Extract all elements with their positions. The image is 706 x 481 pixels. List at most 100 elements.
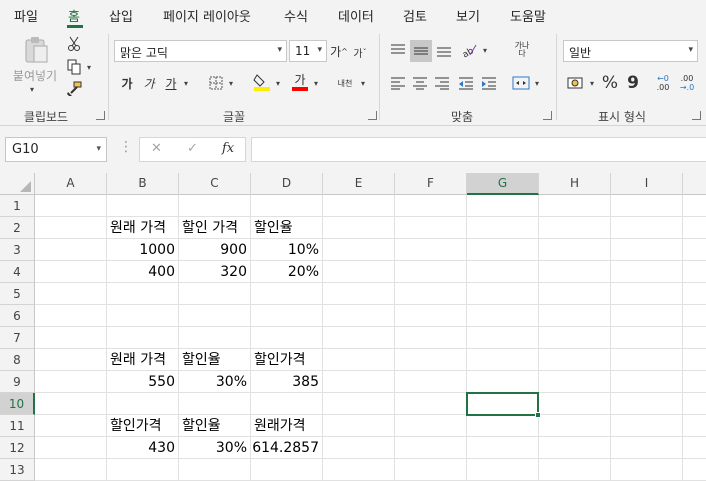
orientation-icon[interactable]: ab	[458, 40, 480, 60]
font-color-icon[interactable]: 가	[290, 72, 310, 92]
insert-function-button[interactable]: fx	[222, 141, 234, 156]
column-header-g[interactable]: G	[467, 173, 539, 195]
merge-dropdown-icon[interactable]: ▾	[532, 76, 542, 90]
decrease-indent-icon[interactable]	[456, 73, 476, 93]
row-header-5[interactable]: 5	[0, 283, 35, 305]
cell-b11[interactable]: 할인가격	[107, 415, 178, 437]
clipboard-launcher-icon[interactable]	[96, 111, 105, 120]
tab-data[interactable]: 데이터	[338, 6, 374, 25]
row-header-10[interactable]: 10	[0, 393, 35, 415]
paste-icon[interactable]	[22, 36, 50, 64]
merge-center-icon[interactable]	[510, 73, 532, 93]
italic-button[interactable]: 가	[140, 74, 158, 92]
column-header-d[interactable]: D	[251, 173, 323, 195]
cell-c4[interactable]: 320	[179, 261, 250, 283]
row-header-6[interactable]: 6	[0, 305, 35, 327]
cut-icon[interactable]	[64, 35, 84, 53]
phonetic-guide-button[interactable]: 내천	[333, 73, 357, 93]
column-header-c[interactable]: C	[179, 173, 251, 195]
cell-b2[interactable]: 원래 가격	[107, 217, 178, 239]
row-header-7[interactable]: 7	[0, 327, 35, 349]
cell-b9[interactable]: 550	[107, 371, 178, 393]
fill-color-dropdown-icon[interactable]: ▾	[273, 76, 283, 90]
row-header-4[interactable]: 4	[0, 261, 35, 283]
cell-d2[interactable]: 할인율	[251, 217, 322, 239]
number-launcher-icon[interactable]	[692, 111, 701, 120]
font-launcher-icon[interactable]	[368, 111, 377, 120]
row-header-9[interactable]: 9	[0, 371, 35, 393]
tab-home[interactable]: 홈	[68, 6, 80, 25]
column-header-h[interactable]: H	[539, 173, 611, 195]
cell-b8[interactable]: 원래 가격	[107, 349, 178, 371]
cell-b4[interactable]: 400	[107, 261, 178, 283]
row-header-8[interactable]: 8	[0, 349, 35, 371]
row-header-3[interactable]: 3	[0, 239, 35, 261]
border-dropdown-icon[interactable]: ▾	[226, 76, 236, 90]
border-icon[interactable]	[207, 74, 225, 92]
align-middle-icon[interactable]	[410, 40, 432, 62]
accounting-format-icon[interactable]	[566, 74, 586, 92]
cell-b12[interactable]: 430	[107, 437, 178, 459]
fill-color-icon[interactable]	[252, 72, 272, 92]
tab-insert[interactable]: 삽입	[109, 6, 133, 25]
font-color-dropdown-icon[interactable]: ▾	[311, 76, 321, 90]
tab-view[interactable]: 보기	[456, 6, 480, 25]
alignment-launcher-icon[interactable]	[543, 111, 552, 120]
wrap-text-button[interactable]: 가나다	[510, 38, 534, 62]
comma-style-button[interactable]: 9	[624, 72, 642, 94]
decrease-decimal-button[interactable]: .00 →.0	[676, 72, 698, 94]
underline-button[interactable]: 가	[162, 74, 180, 92]
cell-c2[interactable]: 할인 가격	[179, 217, 250, 239]
cell-c8[interactable]: 할인율	[179, 349, 250, 371]
cell-d8[interactable]: 할인가격	[251, 349, 322, 371]
column-header-f[interactable]: F	[395, 173, 467, 195]
column-header-a[interactable]: A	[35, 173, 107, 195]
tab-formulas[interactable]: 수식	[284, 6, 308, 25]
align-top-icon[interactable]	[388, 40, 408, 60]
font-size-select[interactable]: 11 ▾	[289, 40, 327, 62]
cell-c3[interactable]: 900	[179, 239, 250, 261]
underline-dropdown-icon[interactable]: ▾	[181, 76, 191, 90]
tab-page-layout[interactable]: 페이지 레이아웃	[163, 6, 251, 25]
worksheet-grid[interactable]: A B C D E F G H I 1 2 3 4 5 6 7 8 9 10 11 12 13 원래 가격 할인 가격 할인율 1…	[0, 173, 706, 481]
align-bottom-icon[interactable]	[434, 40, 454, 60]
drag-handle-icon[interactable]: ⋮	[119, 139, 133, 155]
copy-icon[interactable]	[64, 58, 84, 76]
cell-d11[interactable]: 원래가격	[251, 415, 322, 437]
column-header-e[interactable]: E	[323, 173, 395, 195]
increase-decimal-button[interactable]: ←0.00	[652, 72, 674, 94]
row-header-1[interactable]: 1	[0, 195, 35, 217]
cell-c12[interactable]: 30%	[179, 437, 250, 459]
formula-input[interactable]	[251, 137, 706, 162]
cell-d9[interactable]: 385	[251, 371, 322, 393]
row-header-13[interactable]: 13	[0, 459, 35, 481]
font-name-select[interactable]: 맑은 고딕 ▾	[114, 40, 287, 62]
row-header-12[interactable]: 12	[0, 437, 35, 459]
select-all-button[interactable]	[0, 173, 35, 195]
tab-file[interactable]: 파일	[14, 6, 38, 25]
align-left-icon[interactable]	[388, 73, 408, 93]
cell-b3[interactable]: 1000	[107, 239, 178, 261]
active-cell-selection[interactable]	[466, 392, 539, 416]
paste-dropdown-icon[interactable]: ▾	[24, 84, 40, 94]
increase-indent-icon[interactable]	[479, 73, 499, 93]
shrink-font-button[interactable]: 가ˇ	[352, 45, 368, 60]
grow-font-button[interactable]: 가 ^	[330, 43, 348, 59]
cell-c9[interactable]: 30%	[179, 371, 250, 393]
fill-handle[interactable]	[535, 412, 541, 418]
tab-help[interactable]: 도움말	[510, 6, 546, 25]
tab-review[interactable]: 검토	[403, 6, 427, 25]
row-header-2[interactable]: 2	[0, 217, 35, 239]
align-right-icon[interactable]	[432, 73, 452, 93]
percent-style-button[interactable]: %	[600, 72, 620, 94]
number-format-select[interactable]: 일반 ▾	[563, 40, 698, 62]
cancel-icon[interactable]: ✕	[151, 141, 162, 156]
enter-icon[interactable]: ✓	[187, 141, 198, 156]
align-center-icon[interactable]	[410, 73, 430, 93]
bold-button[interactable]: 가	[118, 74, 136, 92]
phonetic-dropdown-icon[interactable]: ▾	[358, 76, 368, 90]
orientation-dropdown-icon[interactable]: ▾	[480, 43, 490, 57]
cell-d3[interactable]: 10%	[251, 239, 322, 261]
paste-button-label[interactable]: 붙여넣기	[9, 68, 61, 83]
column-header-i[interactable]: I	[611, 173, 683, 195]
